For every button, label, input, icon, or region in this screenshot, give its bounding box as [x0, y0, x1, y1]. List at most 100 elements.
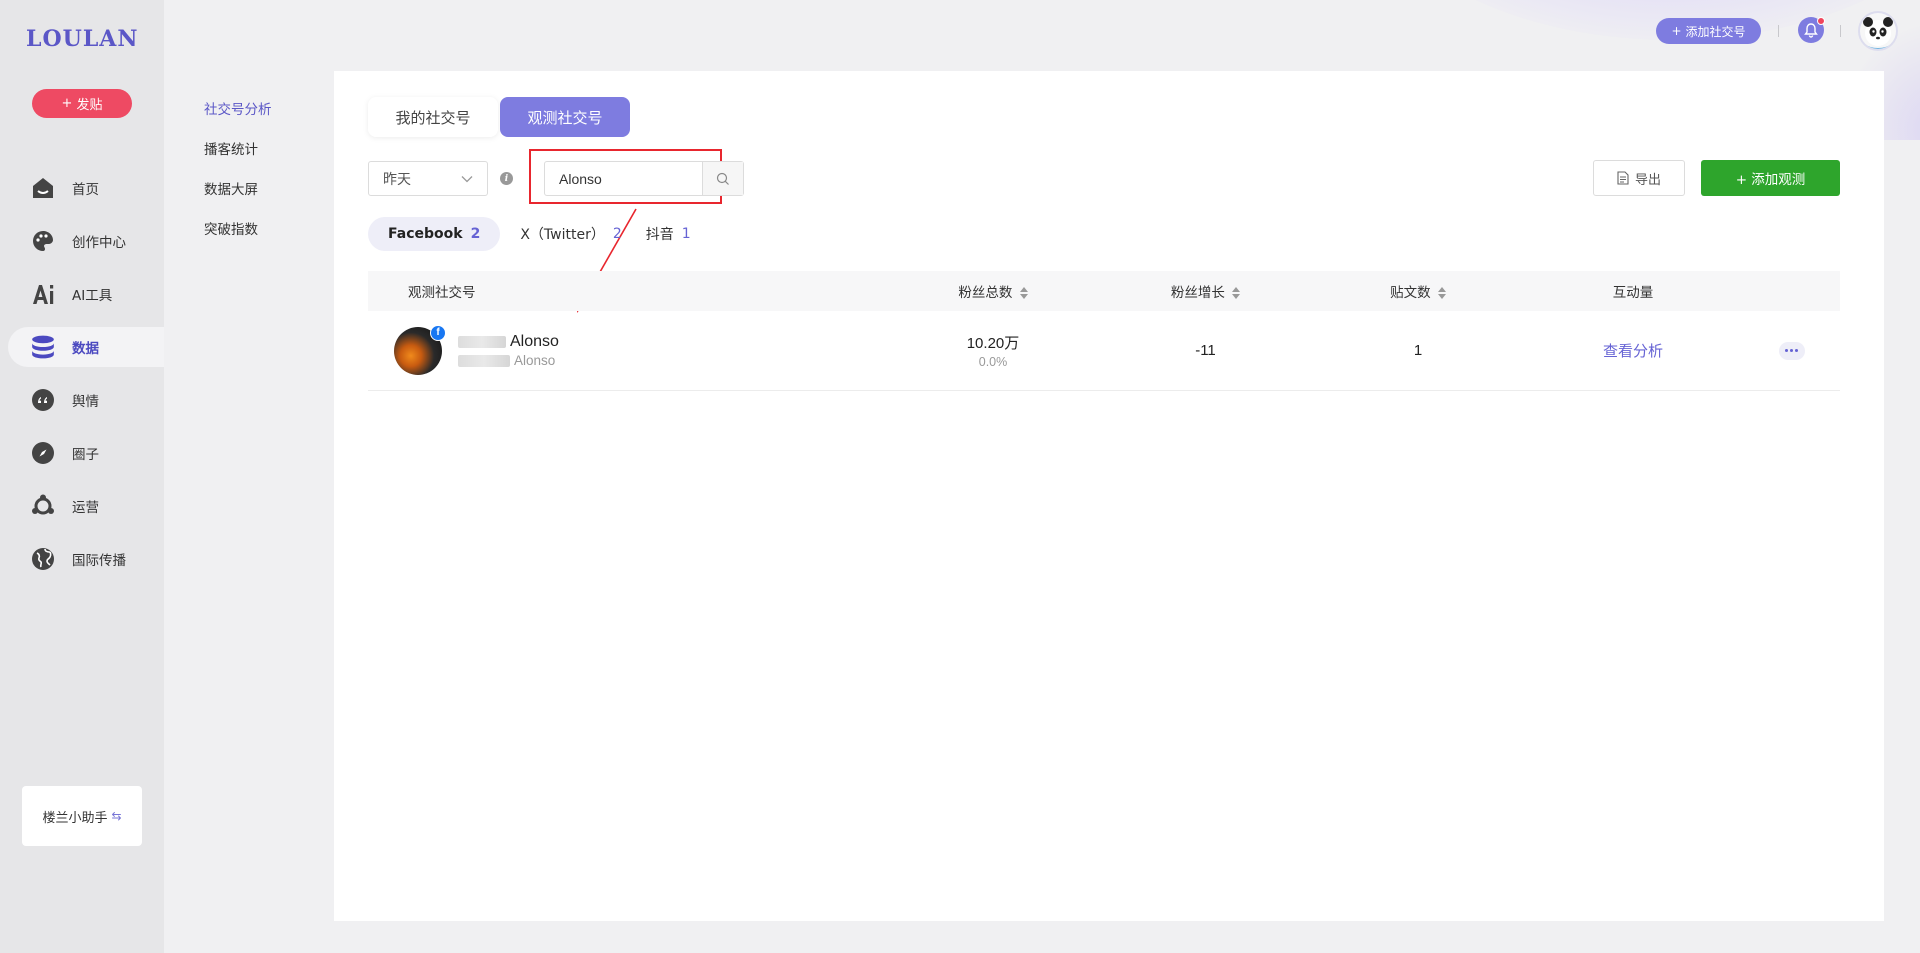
sidebar-item-label: 舆情 — [72, 394, 99, 410]
platform-tab-twitter[interactable]: X（Twitter） 2 — [520, 217, 621, 251]
interaction-cell: 查看分析 — [1523, 340, 1743, 361]
account-handle-text: Alonso — [514, 353, 556, 368]
sidebar-item-circle[interactable]: 圈子 — [8, 433, 164, 473]
platform-tab-facebook[interactable]: Facebook 2 — [368, 217, 501, 251]
document-icon — [1617, 171, 1629, 185]
platform-name: 抖音 — [645, 227, 674, 243]
notification-button[interactable] — [1798, 17, 1825, 43]
add-observation-button[interactable]: + 添加观测 — [1701, 160, 1840, 196]
database-icon — [30, 334, 56, 360]
sub-nav: 社交号分析 播客统计 数据大屏 突破指数 — [204, 98, 272, 258]
sort-icon — [1437, 287, 1446, 299]
platform-filter: Facebook 2 X（Twitter） 2 抖音 1 — [368, 217, 715, 251]
search-field — [544, 161, 744, 196]
account-name: Alonso — [458, 333, 559, 351]
table-row: f Alonso Alonso 10.20万 0.0% -11 1 查看分析 — [368, 311, 1840, 391]
account-handle: Alonso — [458, 353, 559, 368]
date-range-select[interactable]: 昨天 — [368, 161, 488, 196]
sidebar-item-sentiment[interactable]: 舆情 — [8, 380, 164, 420]
platform-name: Facebook — [388, 226, 463, 242]
tab-observed-accounts[interactable]: 观测社交号 — [500, 97, 630, 137]
observed-accounts-table: 观测社交号 粉丝总数 粉丝增长 贴文数 互动量 f Alonso Alonso … — [368, 271, 1840, 391]
plus-icon: + — [1671, 24, 1682, 38]
sidebar-item-operations[interactable]: 运营 — [8, 486, 164, 526]
redacted-text — [458, 354, 510, 367]
column-header-label: 粉丝总数 — [958, 285, 1013, 301]
assistant-button[interactable]: 楼兰小助手 ⇆ — [22, 786, 142, 846]
account-avatar: f — [394, 324, 446, 375]
column-header-label: 粉丝增长 — [1170, 285, 1225, 301]
sidebar-item-label: 圈子 — [72, 447, 99, 463]
subnav-item-social-analysis[interactable]: 社交号分析 — [204, 98, 272, 118]
palette-icon — [30, 228, 56, 254]
subnav-item-podcast-stats[interactable]: 播客统计 — [204, 138, 272, 158]
assistant-label: 楼兰小助手 — [42, 810, 108, 826]
add-social-account-button[interactable]: + 添加社交号 — [1656, 18, 1761, 44]
account-names: Alonso Alonso — [458, 333, 559, 368]
platform-count: 2 — [470, 226, 481, 242]
sidebar-item-label: 首页 — [72, 182, 99, 198]
export-label: 导出 — [1634, 172, 1661, 188]
sort-icon — [1232, 287, 1241, 299]
search-input[interactable] — [545, 162, 702, 195]
globe-icon — [30, 546, 56, 572]
ai-icon — [30, 281, 56, 307]
sidebar-item-home[interactable]: 首页 — [8, 168, 164, 208]
posts-count-value: 1 — [1413, 342, 1423, 359]
sidebar: LOULAN + 发贴 首页 创作中心 AI工具 数据 舆情 圈子 运营 国际传… — [0, 0, 164, 953]
platform-tab-douyin[interactable]: 抖音 1 — [646, 217, 691, 251]
compass-icon — [30, 440, 56, 466]
fans-growth-value: -11 — [1195, 342, 1216, 359]
date-range-value: 昨天 — [383, 171, 411, 188]
facebook-icon: f — [430, 324, 446, 341]
fans-total-value: 10.20万 — [966, 335, 1020, 352]
app-logo: LOULAN — [26, 26, 139, 52]
column-header-posts[interactable]: 贴文数 — [1313, 281, 1523, 301]
row-actions-cell — [1743, 341, 1840, 360]
tab-my-accounts[interactable]: 我的社交号 — [368, 97, 498, 137]
more-options-button[interactable] — [1778, 341, 1805, 360]
switch-icon: ⇆ — [111, 809, 122, 823]
add-social-account-label: 添加社交号 — [1685, 24, 1746, 39]
search-button[interactable] — [702, 162, 743, 195]
sidebar-item-label: 运营 — [72, 500, 99, 516]
sidebar-item-label: 数据 — [72, 341, 99, 357]
header-divider — [1778, 25, 1779, 37]
chevron-down-icon — [461, 175, 473, 182]
sidebar-item-data[interactable]: 数据 — [8, 327, 164, 367]
fans-total-cell: 10.20万 0.0% — [888, 332, 1098, 369]
info-icon[interactable]: i — [500, 172, 513, 185]
sidebar-item-international[interactable]: 国际传播 — [8, 539, 164, 579]
redacted-text — [458, 336, 506, 348]
view-analysis-link[interactable]: 查看分析 — [1603, 342, 1663, 360]
main-nav: 首页 创作中心 AI工具 数据 舆情 圈子 运营 国际传播 — [8, 168, 164, 592]
account-name-text: Alonso — [510, 333, 559, 350]
sidebar-item-creation[interactable]: 创作中心 — [8, 221, 164, 261]
main-panel: 我的社交号 观测社交号 昨天 i 导出 + 添加观测 Facebook 2 X（… — [334, 71, 1884, 921]
column-header-fans-growth[interactable]: 粉丝增长 — [1098, 281, 1313, 301]
network-icon — [30, 493, 56, 519]
sidebar-item-label: 国际传播 — [72, 553, 126, 569]
fans-total-rate: 0.0% — [978, 355, 1008, 369]
platform-count: 1 — [681, 226, 691, 242]
account-info[interactable]: f Alonso Alonso — [368, 324, 888, 375]
sidebar-item-label: AI工具 — [72, 288, 113, 304]
table-header: 观测社交号 粉丝总数 粉丝增长 贴文数 互动量 — [368, 271, 1840, 311]
user-avatar[interactable] — [1858, 11, 1898, 51]
column-header-fans-total[interactable]: 粉丝总数 — [888, 281, 1098, 301]
column-header-label: 贴文数 — [1390, 285, 1431, 301]
account-tabs: 我的社交号 观测社交号 — [368, 97, 630, 137]
notification-dot — [1817, 17, 1825, 25]
subnav-item-data-screen[interactable]: 数据大屏 — [204, 178, 272, 198]
search-icon — [716, 172, 729, 185]
post-button[interactable]: + 发贴 — [32, 89, 132, 118]
sidebar-item-label: 创作中心 — [72, 235, 126, 251]
sidebar-item-ai-tools[interactable]: AI工具 — [8, 274, 164, 314]
post-button-label: 发贴 — [76, 98, 103, 113]
export-button[interactable]: 导出 — [1593, 160, 1685, 196]
platform-name: X（Twitter） — [520, 227, 605, 243]
subnav-item-breakthrough-index[interactable]: 突破指数 — [204, 218, 272, 238]
home-icon — [30, 175, 56, 201]
bell-icon — [1804, 22, 1818, 38]
header-divider — [1840, 25, 1841, 37]
